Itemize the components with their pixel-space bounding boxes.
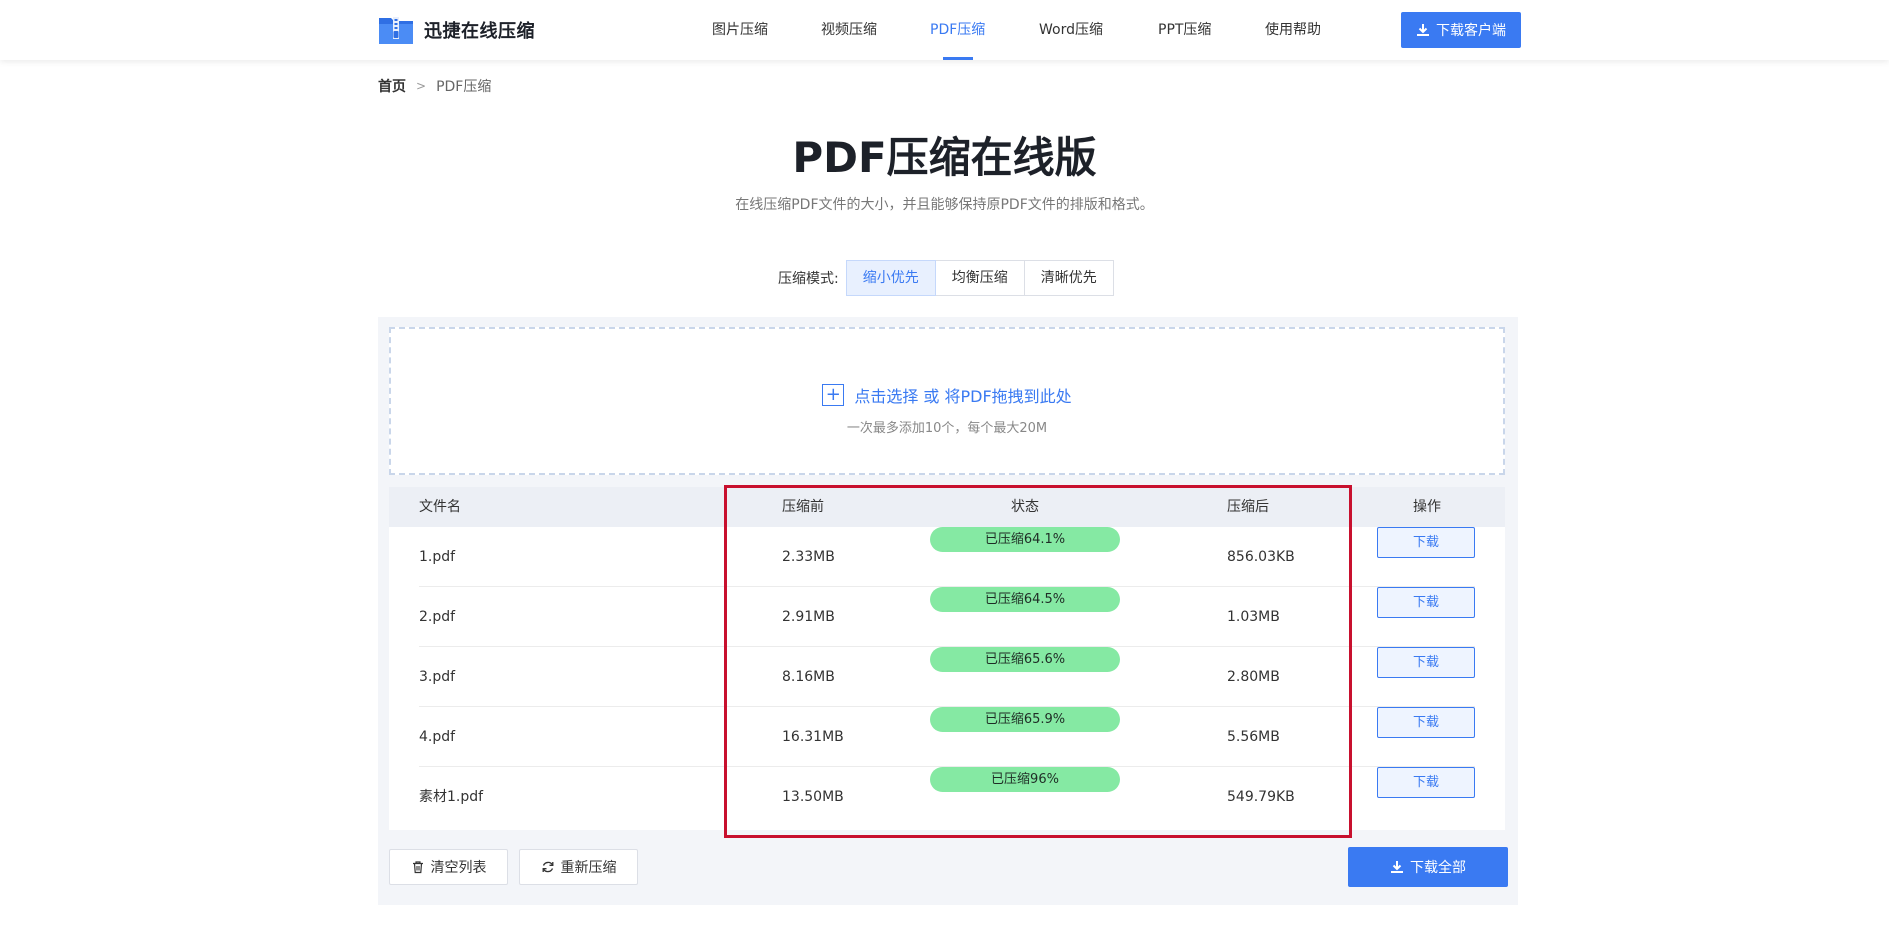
download-client-button[interactable]: 下载客户端 bbox=[1401, 12, 1521, 48]
breadcrumb-home[interactable]: 首页 bbox=[378, 76, 406, 96]
row-download-button[interactable]: 下载 bbox=[1377, 767, 1475, 798]
header-filename: 文件名 bbox=[419, 499, 461, 515]
breadcrumb-separator: > bbox=[416, 79, 427, 93]
dropzone-main-text: 点击选择 或 将PDF拖拽到此处 bbox=[854, 387, 1072, 406]
nav-ppt-compress[interactable]: PPT压缩 bbox=[1158, 0, 1211, 60]
compression-mode-selector: 压缩模式: 缩小优先 均衡压缩 清晰优先 bbox=[778, 260, 1114, 296]
breadcrumb-current: PDF压缩 bbox=[436, 79, 492, 95]
header-action: 操作 bbox=[1413, 499, 1441, 515]
nav-pdf-compress[interactable]: PDF压缩 bbox=[930, 0, 985, 60]
refresh-icon bbox=[542, 861, 553, 873]
logo[interactable]: 迅捷在线压缩 bbox=[378, 15, 535, 45]
dropzone-hint: 一次最多添加10个，每个最大20M bbox=[846, 421, 1048, 436]
mode-label: 压缩模式: bbox=[778, 271, 839, 287]
download-all-button[interactable]: 下载全部 bbox=[1348, 847, 1508, 887]
page-title: PDF压缩在线版 bbox=[792, 133, 1097, 182]
row-filename: 3.pdf bbox=[419, 669, 456, 685]
row-filename: 2.pdf bbox=[419, 609, 456, 625]
page-subtitle: 在线压缩PDF文件的大小，并且能够保持原PDF文件的排版和格式。 bbox=[735, 197, 1154, 213]
nav-image-compress[interactable]: 图片压缩 bbox=[712, 0, 768, 60]
mode-option-balanced[interactable]: 均衡压缩 bbox=[934, 260, 1025, 296]
mode-option-clearest[interactable]: 清晰优先 bbox=[1023, 260, 1114, 296]
file-dropzone[interactable]: + 点击选择 或 将PDF拖拽到此处 一次最多添加10个，每个最大20M bbox=[389, 327, 1505, 475]
trash-icon bbox=[412, 861, 423, 874]
clear-list-button[interactable]: 清空列表 bbox=[389, 849, 508, 885]
plus-icon: + bbox=[822, 384, 845, 406]
row-filename: 4.pdf bbox=[419, 729, 456, 745]
recompress-button[interactable]: 重新压缩 bbox=[519, 849, 638, 885]
clear-list-label: 清空列表 bbox=[430, 860, 487, 876]
highlight-box bbox=[724, 485, 1352, 838]
recompress-label: 重新压缩 bbox=[560, 860, 617, 876]
mode-option-smallest[interactable]: 缩小优先 bbox=[845, 260, 936, 296]
breadcrumb: 首页 > PDF压缩 bbox=[378, 76, 491, 96]
row-download-button[interactable]: 下载 bbox=[1377, 587, 1475, 618]
row-download-button[interactable]: 下载 bbox=[1377, 707, 1475, 738]
download-all-label: 下载全部 bbox=[1410, 860, 1466, 876]
nav-word-compress[interactable]: Word压缩 bbox=[1039, 0, 1103, 60]
row-download-button[interactable]: 下载 bbox=[1377, 527, 1475, 558]
zip-folder-icon bbox=[378, 15, 414, 45]
download-icon bbox=[1391, 861, 1403, 873]
row-filename: 1.pdf bbox=[419, 549, 456, 565]
dropzone-select[interactable]: + 点击选择 或 将PDF拖拽到此处 bbox=[391, 383, 1503, 407]
top-header: 迅捷在线压缩 图片压缩 视频压缩 PDF压缩 Word压缩 PPT压缩 使用帮助… bbox=[0, 0, 1889, 60]
download-icon bbox=[1417, 24, 1429, 36]
row-download-button[interactable]: 下载 bbox=[1377, 647, 1475, 678]
row-filename: 素材1.pdf bbox=[419, 789, 484, 805]
logo-text: 迅捷在线压缩 bbox=[424, 21, 535, 42]
download-client-label: 下载客户端 bbox=[1436, 23, 1506, 39]
nav-help[interactable]: 使用帮助 bbox=[1265, 0, 1321, 60]
nav-video-compress[interactable]: 视频压缩 bbox=[821, 0, 877, 60]
